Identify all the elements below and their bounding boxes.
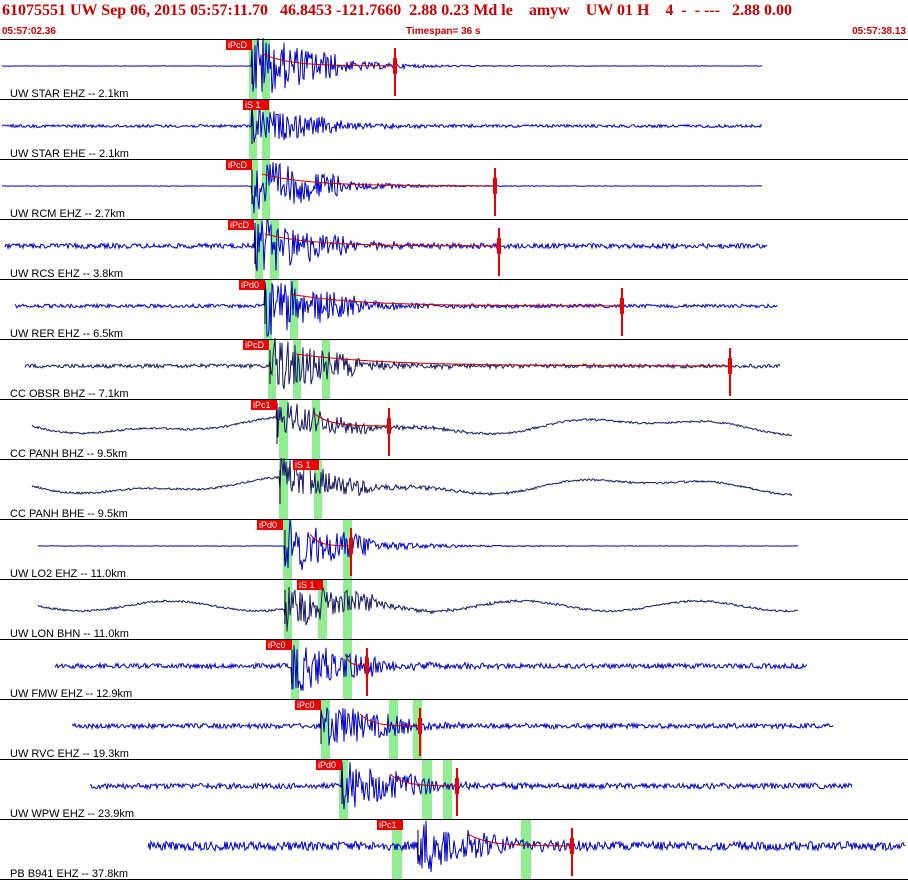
coda-end-handle[interactable] [493, 178, 497, 194]
channel-label: UW RCS EHZ -- 3.8km [10, 268, 123, 280]
coda-decay-line [289, 293, 622, 307]
phase-pick-label: iPc1 [253, 400, 271, 410]
coda-end-handle[interactable] [570, 838, 574, 854]
phase-pick-label: iPd0 [318, 760, 336, 770]
channel-label: UW RVC EHZ -- 19.3km [10, 748, 129, 760]
waveform-trace [37, 518, 799, 571]
waveform-trace [24, 337, 781, 390]
phase-pick-label: iPcD [228, 40, 248, 50]
waveform-trace [71, 707, 834, 746]
phase-pick-label: iS 1 [299, 580, 315, 590]
coda-end-handle[interactable] [497, 238, 501, 254]
channel-row[interactable]: iPd0 UW RER EHZ -- 6.5km [0, 280, 908, 340]
channel-label: UW LON BHN -- 11.0km [10, 628, 129, 640]
analysis-window [443, 760, 452, 820]
channel-label: UW FMW EHZ -- 12.9km [10, 688, 132, 700]
channel-label: UW WPW EHZ -- 23.9km [10, 808, 134, 820]
channel-row[interactable]: iPd0 UW WPW EHZ -- 23.9km [0, 760, 908, 820]
channel-row[interactable]: iPd0 UW LO2 EHZ -- 11.0km [0, 518, 908, 580]
waveform-trace [89, 761, 853, 810]
channel-label: UW RER EHZ -- 6.5km [10, 328, 123, 340]
channel-row[interactable]: iPc0 UW RVC EHZ -- 19.3km [0, 700, 908, 760]
phase-pick-label: iPcD [228, 160, 248, 170]
waveform-trace [37, 586, 798, 632]
waveform-trace [31, 402, 793, 438]
phase-pick-label: iPc0 [297, 700, 315, 710]
phase-pick-label: iPcD [230, 220, 250, 230]
waveform-trace [14, 281, 778, 337]
channel-row[interactable]: iPc1 CC PANH BHZ -- 9.5km [0, 400, 908, 460]
coda-decay-line [261, 173, 496, 187]
waveform-trace [4, 219, 768, 272]
coda-end-handle[interactable] [387, 418, 391, 434]
waveform-trace [31, 457, 793, 497]
channel-row[interactable]: iPcD UW RCM EHZ -- 2.7km [0, 160, 908, 220]
channel-label: CC PANH BHE -- 9.5km [10, 508, 128, 520]
channel-row[interactable]: iPc1 PB B941 EHZ -- 37.8km [0, 820, 908, 880]
channel-label: UW LO2 EHZ -- 11.0km [10, 568, 126, 580]
waveform-trace [1, 104, 763, 143]
phase-pick-label: iPc1 [379, 820, 397, 830]
channel-row[interactable]: iS 1 UW STAR EHE -- 2.1km [0, 100, 908, 160]
waveform-trace [54, 645, 808, 691]
phase-pick-label: iPcD [245, 340, 265, 350]
channel-label: CC PANH BHZ -- 9.5km [10, 448, 127, 460]
channel-row[interactable]: iS 1 UW LON BHN -- 11.0km [0, 580, 908, 640]
coda-end-handle[interactable] [728, 358, 732, 374]
phase-pick-label: iS 1 [295, 460, 311, 470]
phase-pick-label: iPd0 [259, 520, 277, 530]
coda-end-handle[interactable] [620, 298, 624, 314]
coda-end-handle[interactable] [418, 718, 422, 734]
phase-pick-label: iPc0 [268, 640, 286, 650]
channel-label: UW STAR EHZ -- 2.1km [10, 88, 128, 100]
coda-end-handle[interactable] [349, 538, 353, 554]
channel-row[interactable]: iPc0 UW FMW EHZ -- 12.9km [0, 640, 908, 700]
channel-row[interactable]: iPcD CC OBSR BHZ -- 7.1km [0, 337, 908, 400]
phase-pick-label: iPd0 [241, 280, 259, 290]
channel-row[interactable]: iPcD UW STAR EHZ -- 2.1km [0, 37, 908, 100]
channel-label: PB B941 EHZ -- 37.8km [10, 868, 128, 880]
coda-end-handle[interactable] [393, 58, 397, 74]
channel-label: CC OBSR BHZ -- 7.1km [10, 388, 129, 400]
channel-label: UW STAR EHE -- 2.1km [10, 148, 129, 160]
channel-row[interactable]: iPcD UW RCS EHZ -- 3.8km [0, 219, 908, 280]
seismogram-panel[interactable]: iPcD UW STAR EHZ -- 2.1km iS 1 UW STAR EHE … [0, 0, 908, 880]
phase-pick-label: iS 1 [245, 100, 261, 110]
waveform-trace [1, 162, 763, 214]
channel-row[interactable]: iS 1 CC PANH BHE -- 9.5km [0, 457, 908, 520]
channel-label: UW RCM EHZ -- 2.7km [10, 208, 125, 220]
coda-end-handle[interactable] [365, 658, 369, 674]
analysis-window [521, 820, 531, 880]
coda-end-handle[interactable] [455, 778, 459, 794]
